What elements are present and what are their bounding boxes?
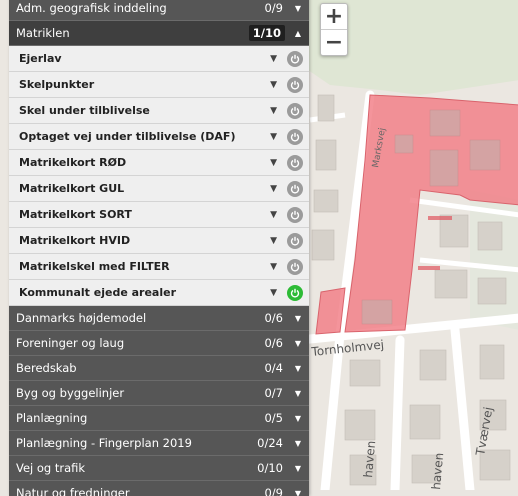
group-label: Beredskab	[16, 361, 264, 375]
caret-down-icon[interactable]: ▼	[270, 158, 277, 168]
group-count-badge: 1/10	[249, 25, 285, 41]
group-natur-og-fredninger[interactable]: Natur og fredninger 0/9 ▼	[9, 481, 309, 496]
layer-row[interactable]: Matrikelkort SORT ▼	[9, 202, 309, 228]
zoom-control: + −	[320, 3, 348, 56]
group-label: Planlægning	[16, 411, 264, 425]
layer-row[interactable]: Ejerlav ▼	[9, 46, 309, 72]
group-count: 0/6	[264, 311, 283, 325]
group-label: Adm. geografisk inddeling	[16, 1, 264, 15]
group-matriklen[interactable]: Matriklen 1/10 ▲	[9, 21, 309, 46]
layer-row[interactable]: Matrikelkort RØD ▼	[9, 150, 309, 176]
group-count: 0/7	[264, 386, 283, 400]
chevron-down-icon: ▼	[293, 314, 303, 323]
group-count: 0/9	[264, 1, 283, 15]
caret-down-icon[interactable]: ▼	[270, 80, 277, 90]
layer-label: Skelpunkter	[19, 78, 270, 91]
chevron-down-icon: ▼	[293, 364, 303, 373]
layer-row[interactable]: Matrikelkort GUL ▼	[9, 176, 309, 202]
layer-row-active[interactable]: Kommunalt ejede arealer ▼	[9, 280, 309, 306]
power-icon[interactable]	[287, 259, 303, 275]
caret-down-icon[interactable]: ▼	[270, 210, 277, 220]
power-icon[interactable]	[287, 51, 303, 67]
chevron-up-icon: ▲	[293, 29, 303, 38]
caret-down-icon[interactable]: ▼	[270, 262, 277, 272]
group-label: Byg og byggelinjer	[16, 386, 264, 400]
group-count: 0/9	[264, 486, 283, 496]
group-danmarks-hojdemodel[interactable]: Danmarks højdemodel 0/6 ▼	[9, 306, 309, 331]
layer-row[interactable]: Matrikelskel med FILTER ▼	[9, 254, 309, 280]
chevron-down-icon: ▼	[293, 389, 303, 398]
layer-label: Ejerlav	[19, 52, 270, 65]
group-label: Vej og trafik	[16, 461, 257, 475]
chevron-down-icon: ▼	[293, 464, 303, 473]
layer-label: Matrikelkort RØD	[19, 156, 270, 169]
group-planlaegning-fingerplan[interactable]: Planlægning - Fingerplan 2019 0/24 ▼	[9, 431, 309, 456]
layer-panel: Adm. geografisk inddeling 0/9 ▼ Matrikle…	[9, 0, 309, 496]
layer-label: Matrikelskel med FILTER	[19, 260, 270, 273]
caret-down-icon[interactable]: ▼	[270, 236, 277, 246]
power-icon[interactable]	[287, 233, 303, 249]
group-count: 0/6	[264, 336, 283, 350]
group-count: 0/4	[264, 361, 283, 375]
zoom-out-button[interactable]: −	[321, 29, 347, 55]
chevron-down-icon: ▼	[293, 339, 303, 348]
power-icon[interactable]	[287, 129, 303, 145]
group-label: Foreninger og laug	[16, 336, 264, 350]
power-icon[interactable]	[287, 181, 303, 197]
layer-label: Matrikelkort GUL	[19, 182, 270, 195]
group-label: Danmarks højdemodel	[16, 311, 264, 325]
power-on-icon[interactable]	[287, 285, 303, 301]
power-icon[interactable]	[287, 207, 303, 223]
caret-down-icon[interactable]: ▼	[270, 184, 277, 194]
chevron-down-icon: ▼	[293, 439, 303, 448]
power-icon[interactable]	[287, 103, 303, 119]
layer-row[interactable]: Optaget vej under tilblivelse (DAF) ▼	[9, 124, 309, 150]
group-label: Planlægning - Fingerplan 2019	[16, 436, 257, 450]
group-label: Matriklen	[16, 26, 249, 40]
layer-label: Skel under tilblivelse	[19, 104, 270, 117]
layer-label: Kommunalt ejede arealer	[19, 286, 270, 299]
zoom-in-button[interactable]: +	[321, 4, 347, 29]
group-count: 0/5	[264, 411, 283, 425]
group-byg-og-byggelinjer[interactable]: Byg og byggelinjer 0/7 ▼	[9, 381, 309, 406]
group-planlaegning[interactable]: Planlægning 0/5 ▼	[9, 406, 309, 431]
chevron-down-icon: ▼	[293, 414, 303, 423]
layer-row[interactable]: Matrikelkort HVID ▼	[9, 228, 309, 254]
group-beredskab[interactable]: Beredskab 0/4 ▼	[9, 356, 309, 381]
group-vej-og-trafik[interactable]: Vej og trafik 0/10 ▼	[9, 456, 309, 481]
group-count: 0/10	[257, 461, 283, 475]
layer-label: Optaget vej under tilblivelse (DAF)	[19, 130, 270, 143]
caret-down-icon[interactable]: ▼	[270, 54, 277, 64]
caret-down-icon[interactable]: ▼	[270, 106, 277, 116]
layer-row[interactable]: Skelpunkter ▼	[9, 72, 309, 98]
layer-row[interactable]: Skel under tilblivelse ▼	[9, 98, 309, 124]
power-icon[interactable]	[287, 77, 303, 93]
layer-label: Matrikelkort HVID	[19, 234, 270, 247]
group-adm-geografisk-inddeling[interactable]: Adm. geografisk inddeling 0/9 ▼	[9, 0, 309, 21]
power-icon[interactable]	[287, 155, 303, 171]
caret-down-icon[interactable]: ▼	[270, 132, 277, 142]
group-label: Natur og fredninger	[16, 486, 264, 496]
chevron-down-icon: ▼	[293, 4, 303, 13]
group-foreninger-og-laug[interactable]: Foreninger og laug 0/6 ▼	[9, 331, 309, 356]
group-count: 0/24	[257, 436, 283, 450]
caret-down-icon[interactable]: ▼	[270, 288, 277, 298]
layer-label: Matrikelkort SORT	[19, 208, 270, 221]
